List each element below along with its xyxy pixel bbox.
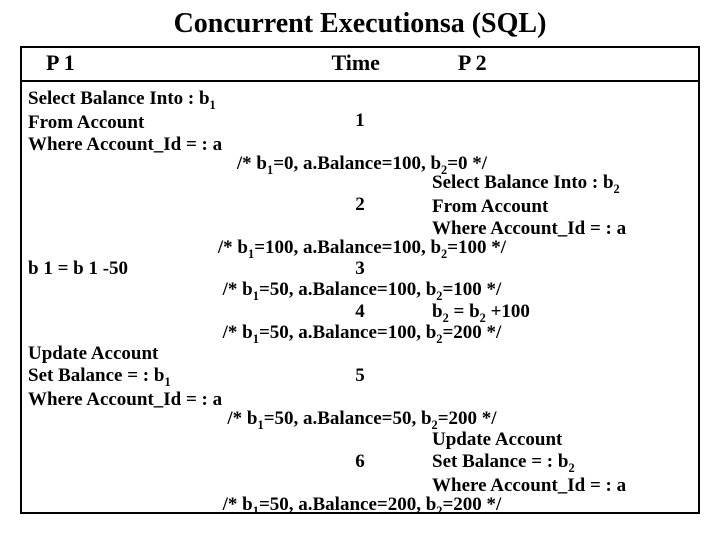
text: b [432, 301, 443, 322]
schedule-table: P 1 Time P 2 Select Balance Into : b1 Fr… [20, 46, 700, 514]
text: /* b [223, 279, 253, 300]
time-3: 3 [22, 258, 698, 280]
text: Where Account_Id = : a [28, 389, 222, 410]
text: =100, a.Balance=100, b [254, 237, 441, 258]
text: /* b [237, 153, 267, 174]
text: =50, a.Balance=200, b [259, 494, 436, 514]
text: =50, a.Balance=100, b [259, 322, 436, 343]
state-6: /* b1=50, a.Balance=200, b2=200 */ [152, 494, 572, 514]
text: /* b [227, 408, 257, 429]
text: /* b [218, 237, 248, 258]
text: +100 [486, 301, 530, 322]
text: Where Account_Id = : a [432, 475, 626, 496]
table-body: Select Balance Into : b1 From Account Wh… [22, 82, 698, 512]
header-p2: P 2 [438, 48, 698, 80]
text: Where Account_Id = : a [28, 134, 222, 155]
text: =50, a.Balance=100, b [259, 279, 436, 300]
text: /* b [223, 494, 253, 514]
text: /* b [223, 322, 253, 343]
text: =100 */ [447, 237, 506, 258]
header-time: Time [274, 48, 438, 80]
text: =100 */ [442, 279, 501, 300]
text: Update Account [432, 429, 562, 450]
time-2: 2 [22, 194, 698, 216]
text: =0, a.Balance=100, b [273, 153, 441, 174]
header-p1: P 1 [22, 48, 274, 80]
text: =50, a.Balance=50, b [264, 408, 432, 429]
text: Select Balance Into : b [432, 172, 614, 193]
text: Where Account_Id = : a [432, 218, 626, 239]
time-1: 1 [22, 110, 698, 132]
text: Select Balance Into : b [28, 88, 210, 109]
slide-title: Concurrent Executionsa (SQL) [20, 8, 700, 40]
text: =0 */ [447, 153, 487, 174]
text: Update Account [28, 343, 158, 364]
text: =200 */ [442, 494, 501, 514]
time-5: 5 [22, 365, 698, 387]
state-3: /* b1=50, a.Balance=100, b2=100 */ [152, 279, 572, 303]
text: =200 */ [442, 322, 501, 343]
table-header: P 1 Time P 2 [22, 48, 698, 82]
text: = b [449, 301, 480, 322]
time-6: 6 [22, 451, 698, 473]
text: =200 */ [438, 408, 497, 429]
